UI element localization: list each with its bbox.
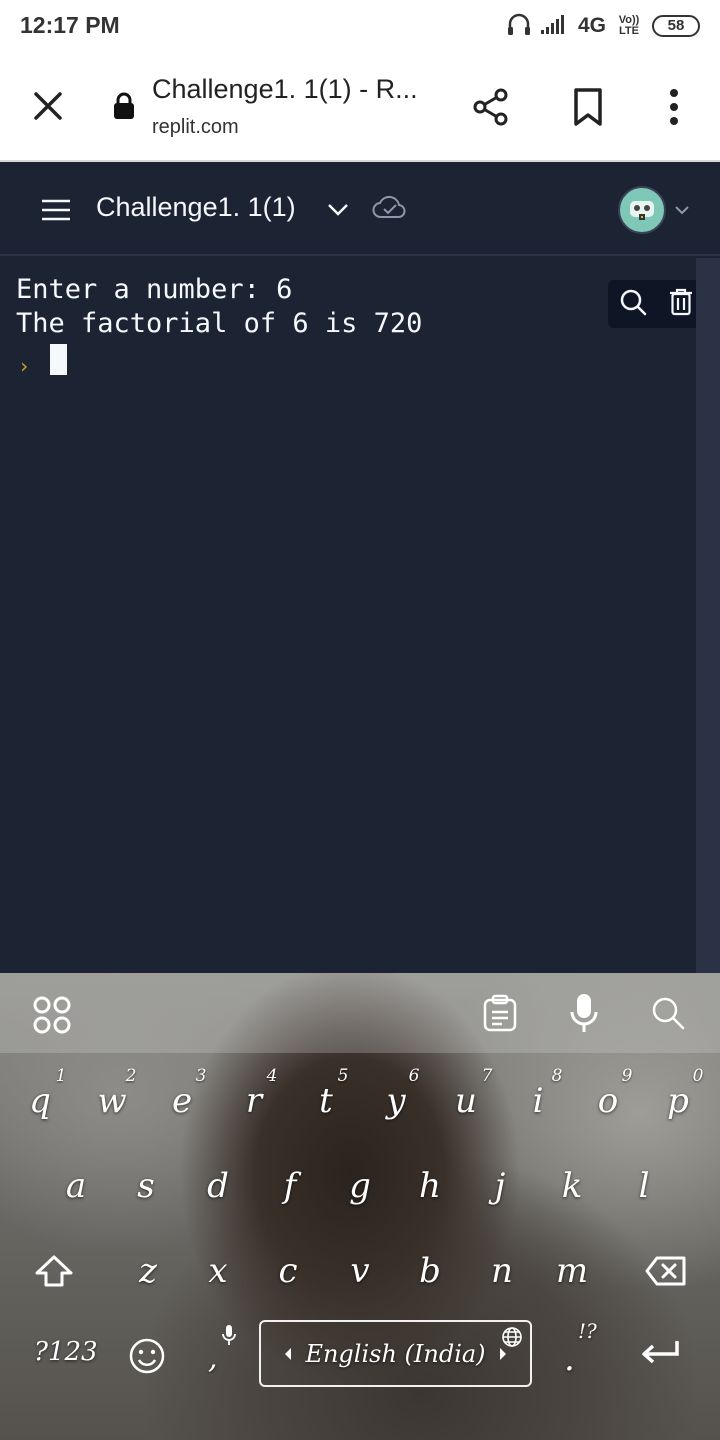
key-w[interactable]: w xyxy=(82,1081,142,1121)
key-c[interactable]: c xyxy=(258,1251,318,1291)
key-e[interactable]: e xyxy=(152,1081,212,1121)
key-k[interactable]: k xyxy=(542,1166,602,1206)
search-icon[interactable] xyxy=(618,287,648,322)
key-o[interactable]: o xyxy=(578,1081,638,1121)
status-indicators: 4G Vo)) LTE 58 xyxy=(506,10,700,42)
key-d[interactable]: d xyxy=(188,1166,248,1206)
key-g[interactable]: g xyxy=(330,1166,390,1206)
microphone-small-icon xyxy=(220,1323,238,1347)
text-cursor xyxy=(50,344,67,375)
comma-key[interactable]: , xyxy=(208,1341,218,1376)
key-u[interactable]: u xyxy=(436,1081,496,1121)
headphones-icon xyxy=(506,11,532,42)
volte-indicator: Vo)) LTE xyxy=(618,14,640,37)
emoji-icon[interactable] xyxy=(126,1335,168,1377)
key-a[interactable]: a xyxy=(46,1166,106,1206)
signal-icon xyxy=(540,12,570,41)
key-s[interactable]: s xyxy=(116,1166,176,1206)
key-b[interactable]: b xyxy=(400,1251,460,1291)
key-f[interactable]: f xyxy=(260,1166,320,1206)
period-hint: !? xyxy=(578,1319,597,1343)
apps-grid-icon[interactable] xyxy=(30,993,74,1037)
backspace-icon[interactable] xyxy=(642,1251,690,1291)
cloud-check-icon xyxy=(372,194,406,222)
page-url[interactable]: replit.com xyxy=(152,116,239,139)
clipboard-icon[interactable] xyxy=(480,993,520,1033)
key-z[interactable]: z xyxy=(118,1251,178,1291)
key-q[interactable]: q xyxy=(10,1081,70,1121)
key-x[interactable]: x xyxy=(188,1251,248,1291)
page-title[interactable]: Challenge1. 1(1) - R... xyxy=(152,74,418,105)
period-key[interactable]: . xyxy=(564,1339,575,1379)
key-n[interactable]: n xyxy=(472,1251,532,1291)
console-scrollbar[interactable] xyxy=(696,258,720,973)
key-t[interactable]: t xyxy=(296,1081,356,1121)
close-icon[interactable] xyxy=(28,86,68,126)
hamburger-menu-icon[interactable] xyxy=(38,196,74,224)
chevron-down-icon[interactable] xyxy=(326,198,350,222)
lock-icon[interactable] xyxy=(110,90,138,122)
console-output[interactable]: Enter a number: 6 The factorial of 6 is … xyxy=(0,258,704,973)
soft-keyboard: 1 2 3 4 5 6 7 8 9 0 q w e r t y u i o p … xyxy=(0,973,720,1440)
app-header: Challenge1. 1(1) xyxy=(0,164,720,256)
key-h[interactable]: h xyxy=(400,1166,460,1206)
key-p[interactable]: p xyxy=(648,1081,708,1121)
prompt-icon: › xyxy=(18,354,31,378)
console-line: The factorial of 6 is 720 xyxy=(16,308,423,339)
battery-icon: 58 xyxy=(652,15,700,37)
bookmark-icon[interactable] xyxy=(570,86,606,128)
space-key[interactable]: English (India) xyxy=(259,1320,532,1387)
avatar[interactable] xyxy=(618,186,666,234)
status-bar: 12:17 PM 4G Vo)) LTE 58 xyxy=(0,0,720,52)
status-time: 12:17 PM xyxy=(20,12,120,38)
console-toolbar xyxy=(608,280,704,328)
chevron-down-icon[interactable] xyxy=(672,200,692,220)
symbols-key[interactable]: ?123 xyxy=(34,1337,98,1367)
key-y[interactable]: y xyxy=(366,1081,426,1121)
console-line: Enter a number: 6 xyxy=(16,274,293,305)
key-i[interactable]: i xyxy=(508,1081,568,1121)
globe-icon[interactable] xyxy=(500,1325,524,1349)
space-key-label: English (India) xyxy=(305,1339,486,1368)
enter-icon[interactable] xyxy=(638,1333,684,1373)
trash-icon[interactable] xyxy=(668,287,694,322)
shift-icon[interactable] xyxy=(30,1251,78,1291)
microphone-icon[interactable] xyxy=(566,991,602,1035)
search-icon[interactable] xyxy=(648,993,688,1033)
key-j[interactable]: j xyxy=(470,1166,530,1206)
repl-name[interactable]: Challenge1. 1(1) xyxy=(96,192,296,223)
key-v[interactable]: v xyxy=(330,1251,390,1291)
share-icon[interactable] xyxy=(470,86,512,128)
key-l[interactable]: l xyxy=(614,1166,674,1206)
language-prev-icon xyxy=(285,1347,292,1360)
network-type: 4G xyxy=(577,14,606,37)
key-r[interactable]: r xyxy=(224,1081,284,1121)
more-vertical-icon[interactable] xyxy=(658,84,690,130)
browser-toolbar: Challenge1. 1(1) - R... replit.com xyxy=(0,52,720,162)
key-m[interactable]: m xyxy=(542,1251,602,1291)
keyboard-toolbar xyxy=(0,973,720,1053)
